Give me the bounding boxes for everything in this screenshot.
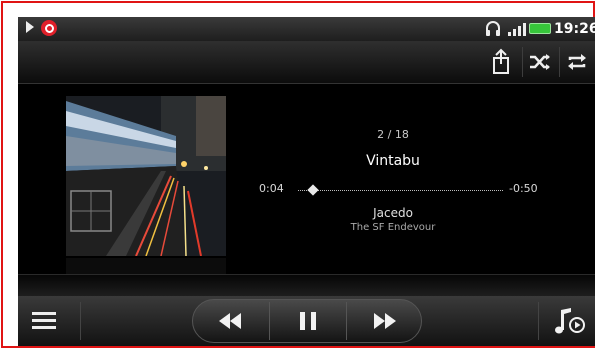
track-title: Vintabu bbox=[366, 153, 420, 169]
album-art-reflection bbox=[66, 258, 226, 274]
repeat-icon[interactable] bbox=[562, 47, 592, 77]
status-bar: 19:26 bbox=[18, 17, 595, 41]
playback-controls-bar bbox=[18, 296, 595, 346]
beats-audio-icon bbox=[41, 20, 57, 36]
next-icon[interactable] bbox=[346, 300, 422, 342]
track-index: 2 / 18 bbox=[377, 128, 409, 141]
toolbar-separator bbox=[559, 47, 560, 77]
now-playing-panel: 2 / 18 Vintabu 0:04 -0:50 Jacedo The SF … bbox=[18, 84, 595, 274]
play-indicator-icon bbox=[26, 21, 34, 33]
menu-icon[interactable] bbox=[18, 302, 81, 340]
toolbar-separator bbox=[522, 47, 523, 77]
elapsed-time: 0:04 bbox=[259, 182, 284, 195]
headset-icon bbox=[486, 21, 500, 36]
seek-handle[interactable] bbox=[307, 184, 319, 196]
now-playing-list-icon[interactable] bbox=[538, 302, 595, 340]
content-divider bbox=[18, 274, 595, 297]
share-icon[interactable] bbox=[486, 47, 516, 77]
seek-bar[interactable] bbox=[298, 190, 503, 191]
phone-screen: 19:26 2 / 18 Vintabu 0:04 -0:50 Jacedo T… bbox=[18, 17, 595, 346]
screenshot-frame: 19:26 2 / 18 Vintabu 0:04 -0:50 Jacedo T… bbox=[1, 1, 595, 348]
pause-icon[interactable] bbox=[270, 300, 346, 342]
album-art bbox=[66, 96, 226, 256]
album-name: The SF Endevour bbox=[350, 222, 436, 233]
player-toolbar bbox=[18, 41, 595, 84]
signal-icon bbox=[508, 23, 526, 36]
shuffle-icon[interactable] bbox=[525, 47, 555, 77]
remaining-time: -0:50 bbox=[509, 182, 538, 195]
battery-icon bbox=[529, 23, 551, 34]
previous-icon[interactable] bbox=[193, 300, 269, 342]
artist-name: Jacedo bbox=[373, 206, 413, 220]
transport-controls bbox=[192, 299, 422, 343]
status-clock: 19:26 bbox=[554, 21, 595, 37]
